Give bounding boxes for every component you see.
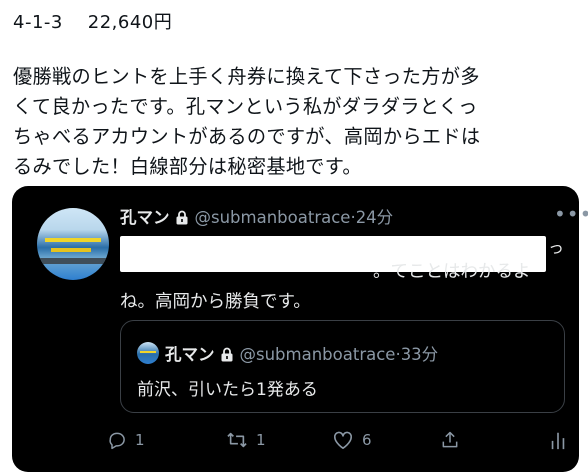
result-combo: 4-1-3 <box>13 12 63 33</box>
post-header: 孔マン @submanboatrace·24分 <box>120 204 393 229</box>
reply-icon <box>107 430 127 450</box>
quoted-display-name: 孔マン <box>165 345 215 364</box>
retweet-count: 1 <box>256 431 266 449</box>
embedded-post-screenshot[interactable]: 孔マン@submanboatrace·24分 ••• っ 。てことはわかるよ ね… <box>12 186 588 472</box>
quoted-time: 33分 <box>400 345 439 364</box>
avatar[interactable] <box>37 208 109 280</box>
lock-icon <box>220 347 234 366</box>
race-result: 4-1-3 22,640円 <box>13 8 172 34</box>
more-icon[interactable]: ••• <box>554 202 588 226</box>
like-button[interactable]: 6 <box>332 430 372 450</box>
reply-count: 1 <box>135 431 145 449</box>
post-line: くて良かったです。孔マンという私がダラダラとくっ <box>13 95 478 118</box>
post-line: ちゃべるアカウントがあるのですが、高岡からエドは <box>13 125 481 148</box>
post-text: 優勝戦のヒントを上手く舟券に換えて下さった方が多 くて良かったです。孔マンという… <box>13 62 579 182</box>
quoted-header: 孔マン @submanboatrace·33分 <box>165 341 438 366</box>
action-bar: 1 1 6 <box>107 430 567 456</box>
quoted-handle: @submanboatrace <box>239 345 396 364</box>
post-line: るみでした！白線部分は秘密基地です。 <box>13 155 362 178</box>
quoted-post[interactable]: 孔マン @submanboatrace·33分 前沢、引いたら1発ある <box>120 320 565 413</box>
post-text-line: 。てことはわかるよ <box>373 262 531 282</box>
post-text-tail: っ <box>548 238 565 257</box>
post-line: 優勝戦のヒントを上手く舟券に換えて下さった方が多 <box>13 65 480 88</box>
lock-icon <box>175 210 189 229</box>
like-icon <box>332 430 354 450</box>
like-count: 6 <box>362 431 372 449</box>
post-text-line: ね。高岡から勝負です。 <box>120 292 311 312</box>
quoted-avatar <box>137 342 159 364</box>
retweet-button[interactable]: 1 <box>226 430 266 450</box>
user-handle[interactable]: @submanboatrace <box>195 208 351 227</box>
share-icon <box>440 430 460 450</box>
retweet-icon <box>226 430 248 450</box>
analytics-icon <box>550 430 566 450</box>
reply-button[interactable]: 1 <box>107 430 145 450</box>
share-button[interactable] <box>440 430 460 450</box>
quoted-text: 前沢、引いたら1発ある <box>137 380 318 400</box>
result-payout: 22,640円 <box>87 12 173 33</box>
display-name[interactable]: 孔マン <box>120 208 170 227</box>
analytics-button[interactable] <box>550 430 566 450</box>
post-time[interactable]: 24分 <box>356 208 394 227</box>
